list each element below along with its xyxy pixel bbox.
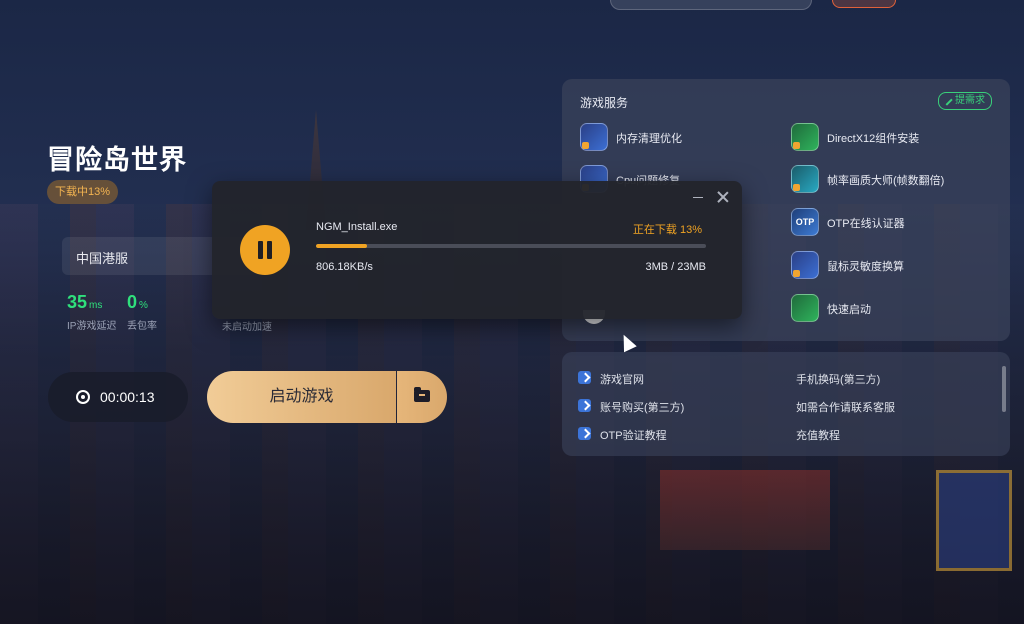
quick-launch-icon (791, 294, 819, 322)
packet-loss-stat: 0% 丢包率 (127, 292, 157, 332)
download-status: 正在下载 13% (632, 224, 702, 236)
download-progress-fill (316, 244, 367, 248)
background-shop (660, 470, 830, 550)
download-size: 3MB / 23MB (645, 261, 706, 273)
download-badge: 下载中13% (47, 180, 119, 204)
service-label: 快速启动 (827, 304, 871, 316)
server-name: 中国港服 (76, 251, 129, 266)
link-label: 如需合作请联系客服 (796, 402, 895, 414)
mouse-sensitivity-icon (791, 251, 819, 279)
download-progress-bar (316, 244, 706, 248)
pencil-icon (941, 94, 953, 106)
external-link-icon (578, 427, 591, 440)
download-filename: NGM_Install.exe (316, 221, 398, 233)
game-title: 冒险岛世界 (47, 145, 187, 175)
record-icon (76, 390, 90, 404)
directx-icon (791, 123, 819, 151)
external-link-icon (578, 399, 591, 412)
link-label: 账号购买(第三方) (600, 402, 685, 414)
download-speed: 806.18KB/s (316, 261, 373, 273)
service-label: OTP在线认证器 (827, 218, 905, 230)
fps-master-icon (791, 165, 819, 193)
background-door (936, 470, 1012, 571)
folder-icon (414, 387, 430, 402)
request-label: 提需求 (955, 95, 985, 106)
links-scrollbar[interactable] (1002, 366, 1006, 412)
link-label: 充值教程 (796, 430, 840, 442)
service-label: DirectX12组件安装 (827, 133, 920, 145)
service-label: 帧率画质大师(帧数翻倍) (827, 175, 945, 187)
top-search-bar[interactable] (610, 0, 812, 10)
loss-label: 丢包率 (127, 321, 157, 332)
minimize-icon[interactable] (693, 197, 703, 198)
link-label: 手机换码(第三方) (796, 374, 881, 386)
service-label: 内存清理优化 (616, 133, 682, 145)
top-badge[interactable] (832, 0, 896, 8)
download-panel: NGM_Install.exe 正在下载 13% 806.18KB/s 3MB … (212, 181, 742, 319)
link-label: OTP验证教程 (600, 430, 667, 442)
latency-label: IP游戏延迟 (67, 321, 117, 332)
pause-button[interactable] (240, 225, 290, 275)
latency-stat: 35 ms IP游戏延迟 (67, 292, 116, 332)
latency-unit: ms (89, 300, 103, 311)
loss-unit: % (139, 300, 148, 311)
external-link-icon (578, 371, 591, 384)
latency-value: 35 (67, 292, 88, 312)
start-game-button[interactable]: 启动游戏 (207, 371, 396, 423)
loss-value: 0 (127, 292, 138, 312)
quick-links-panel: 游戏官网 账号购买(第三方) OTP验证教程 手机换码(第三方) 如需合作请联系… (562, 352, 1010, 456)
memory-clean-icon (580, 123, 608, 151)
open-folder-button[interactable] (397, 371, 447, 423)
otp-icon: OTP (791, 208, 819, 236)
link-label: 游戏官网 (600, 374, 644, 386)
request-feature-button[interactable]: 提需求 (938, 92, 992, 110)
accel-status-label: 未启动加速 (222, 322, 272, 333)
timer-value: 00:00:13 (100, 389, 155, 405)
service-label: 鼠标灵敏度换算 (827, 261, 904, 273)
close-icon[interactable] (717, 191, 729, 203)
services-title: 游戏服务 (580, 96, 629, 110)
session-timer: 00:00:13 (48, 372, 188, 422)
